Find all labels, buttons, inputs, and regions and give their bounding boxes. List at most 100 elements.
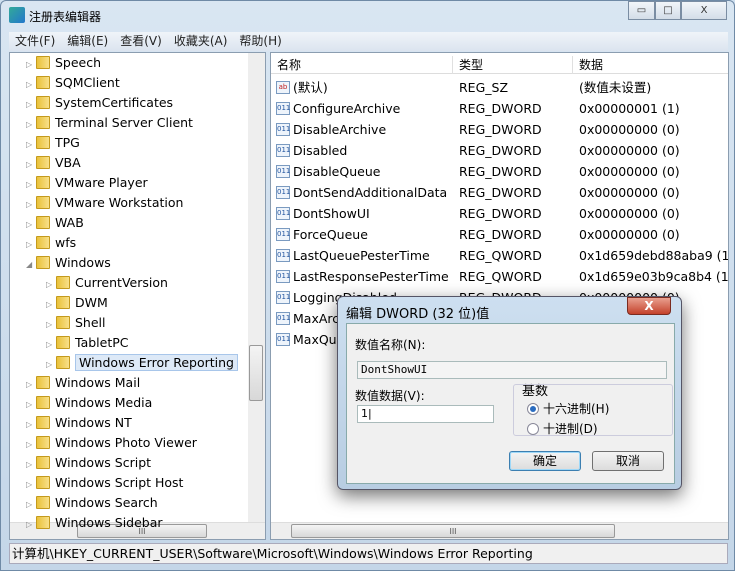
cell-type: REG_DWORD — [459, 143, 542, 158]
expand-arrow-icon[interactable]: ▷ — [26, 415, 36, 435]
expand-arrow-icon[interactable]: ▷ — [46, 355, 56, 375]
cell-name: DisableArchive — [293, 122, 387, 137]
menu-view[interactable]: 查看(V) — [114, 32, 168, 51]
tree-vertical-scrollbar[interactable] — [248, 53, 265, 523]
expand-arrow-icon[interactable]: ▷ — [26, 395, 36, 415]
cell-data: 0x00000000 (0) — [579, 164, 680, 179]
tree-item[interactable]: ◢ Windows — [26, 253, 111, 273]
tree-item[interactable]: ▷ Windows Error Reporting — [46, 353, 238, 373]
list-row[interactable]: ab (默认) REG_SZ (数值未设置) — [271, 77, 728, 98]
menu-edit[interactable]: 编辑(E) — [61, 32, 114, 51]
tree-item-label: Windows Sidebar — [55, 515, 163, 530]
tree-item[interactable]: ▷ Shell — [46, 313, 106, 333]
cell-type: REG_DWORD — [459, 122, 542, 137]
expand-arrow-icon[interactable]: ▷ — [26, 375, 36, 395]
tree-item[interactable]: ▷ Terminal Server Client — [26, 113, 193, 133]
tree-item[interactable]: ▷ CurrentVersion — [46, 273, 168, 293]
hex-radio[interactable]: 十六进制(H) — [527, 400, 609, 417]
dialog-close-button[interactable]: X — [627, 297, 671, 315]
tree-item[interactable]: ▷ SQMClient — [26, 73, 120, 93]
cell-data: (数值未设置) — [579, 80, 652, 95]
tree-item[interactable]: ▷ Windows Sidebar — [26, 513, 163, 533]
tree-item[interactable]: ▷ DWM — [46, 293, 108, 313]
folder-icon — [36, 496, 50, 509]
minimize-button[interactable]: ▭ — [628, 1, 655, 20]
menu-bar: 文件(F) 编辑(E) 查看(V) 收藏夹(A) 帮助(H) — [9, 32, 728, 51]
tree-item[interactable]: ▷ Windows Script Host — [26, 473, 183, 493]
tree-item[interactable]: ▷ VMware Workstation — [26, 193, 183, 213]
list-row[interactable]: 011 DontShowUI REG_DWORD 0x00000000 (0) — [271, 203, 728, 224]
column-type-header[interactable]: 类型 — [452, 56, 483, 74]
tree-vscroll-thumb[interactable] — [249, 345, 263, 401]
expand-arrow-icon[interactable]: ▷ — [26, 95, 36, 115]
expand-arrow-icon[interactable]: ▷ — [26, 75, 36, 95]
close-button[interactable]: X — [681, 1, 727, 20]
expand-arrow-icon[interactable]: ▷ — [26, 55, 36, 75]
tree-item[interactable]: ▷ Windows Mail — [26, 373, 140, 393]
menu-file[interactable]: 文件(F) — [9, 32, 61, 51]
list-row[interactable]: 011 DontSendAdditionalData REG_DWORD 0x0000… — [271, 182, 728, 203]
window-title: 注册表编辑器 — [29, 10, 102, 24]
expand-arrow-icon[interactable]: ▷ — [26, 115, 36, 135]
tree-item[interactable]: ▷ Windows NT — [26, 413, 132, 433]
collapse-arrow-icon[interactable]: ◢ — [26, 255, 36, 275]
decimal-radio-button[interactable] — [527, 423, 539, 435]
tree-item[interactable]: ▷ SystemCertificates — [26, 93, 173, 113]
tree-item[interactable]: ▷ Windows Photo Viewer — [26, 433, 197, 453]
expand-arrow-icon[interactable]: ▷ — [26, 215, 36, 235]
maximize-button[interactable]: □ — [655, 1, 681, 20]
tree-item-label: Windows Search — [55, 495, 158, 510]
expand-arrow-icon[interactable]: ▷ — [26, 175, 36, 195]
list-row[interactable]: 011 DisableQueue REG_DWORD 0x00000000 (0) — [271, 161, 728, 182]
tree-item[interactable]: ▷ VBA — [26, 153, 81, 173]
ok-button[interactable]: 确定 — [509, 451, 581, 471]
list-row[interactable]: 011 Disabled REG_DWORD 0x00000000 (0) — [271, 140, 728, 161]
tree-item-label: VMware Player — [55, 175, 148, 190]
tree-item[interactable]: ▷ WAB — [26, 213, 84, 233]
expand-arrow-icon[interactable]: ▷ — [46, 315, 56, 335]
expand-arrow-icon[interactable]: ▷ — [46, 295, 56, 315]
list-row[interactable]: 011 ConfigureArchive REG_DWORD 0x00000001 (… — [271, 98, 728, 119]
expand-arrow-icon[interactable]: ▷ — [26, 235, 36, 255]
menu-favorites[interactable]: 收藏夹(A) — [168, 32, 234, 51]
list-row[interactable]: 011 ForceQueue REG_DWORD 0x00000000 (0) — [271, 224, 728, 245]
expand-arrow-icon[interactable]: ▷ — [26, 435, 36, 455]
tree-item-label: SystemCertificates — [55, 95, 174, 110]
tree-item[interactable]: ▷ Windows Script — [26, 453, 151, 473]
tree-item[interactable]: ▷ TabletPC — [46, 333, 129, 353]
cancel-button[interactable]: 取消 — [592, 451, 664, 471]
tree-item-label: DWM — [75, 295, 108, 310]
expand-arrow-icon[interactable]: ▷ — [26, 515, 36, 535]
cell-data: 0x00000000 (0) — [579, 185, 680, 200]
tree-item-label: Terminal Server Client — [55, 115, 193, 130]
decimal-radio[interactable]: 十进制(D) — [527, 420, 598, 437]
tree-item-label: VBA — [55, 155, 81, 170]
column-data-header[interactable]: 数据 — [572, 56, 603, 74]
list-row[interactable]: 011 LastQueuePesterTime REG_QWORD 0x1d659de… — [271, 245, 728, 266]
tree-item[interactable]: ▷ TPG — [26, 133, 80, 153]
expand-arrow-icon[interactable]: ▷ — [26, 195, 36, 215]
expand-arrow-icon[interactable]: ▷ — [26, 135, 36, 155]
tree-item[interactable]: ▷ wfs — [26, 233, 76, 253]
tree-item[interactable]: ▷ Windows Media — [26, 393, 152, 413]
expand-arrow-icon[interactable]: ▷ — [26, 155, 36, 175]
column-name-header[interactable]: 名称 — [271, 56, 301, 74]
list-row[interactable]: 011 LastResponsePesterTime REG_QWORD 0x1d65… — [271, 266, 728, 287]
menu-help[interactable]: 帮助(H) — [233, 32, 287, 51]
decimal-radio-label: 十进制(D) — [543, 422, 598, 436]
tree-item[interactable]: ▷ Speech — [26, 53, 101, 73]
tree-item-label: Windows NT — [55, 415, 132, 430]
cell-type: REG_DWORD — [459, 206, 542, 221]
expand-arrow-icon[interactable]: ▷ — [26, 495, 36, 515]
expand-arrow-icon[interactable]: ▷ — [26, 455, 36, 475]
value-data-input[interactable]: 1| — [357, 405, 494, 423]
tree-item[interactable]: ▷ Windows Search — [26, 493, 158, 513]
hex-radio-button[interactable] — [527, 403, 539, 415]
list-row[interactable]: 011 DisableArchive REG_DWORD 0x00000000 (0) — [271, 119, 728, 140]
expand-arrow-icon[interactable]: ▷ — [26, 475, 36, 495]
list-hscroll-thumb[interactable]: III — [291, 524, 615, 538]
list-horizontal-scrollbar[interactable]: III — [271, 522, 728, 539]
tree-item[interactable]: ▷ VMware Player — [26, 173, 148, 193]
expand-arrow-icon[interactable]: ▷ — [46, 275, 56, 295]
expand-arrow-icon[interactable]: ▷ — [46, 335, 56, 355]
